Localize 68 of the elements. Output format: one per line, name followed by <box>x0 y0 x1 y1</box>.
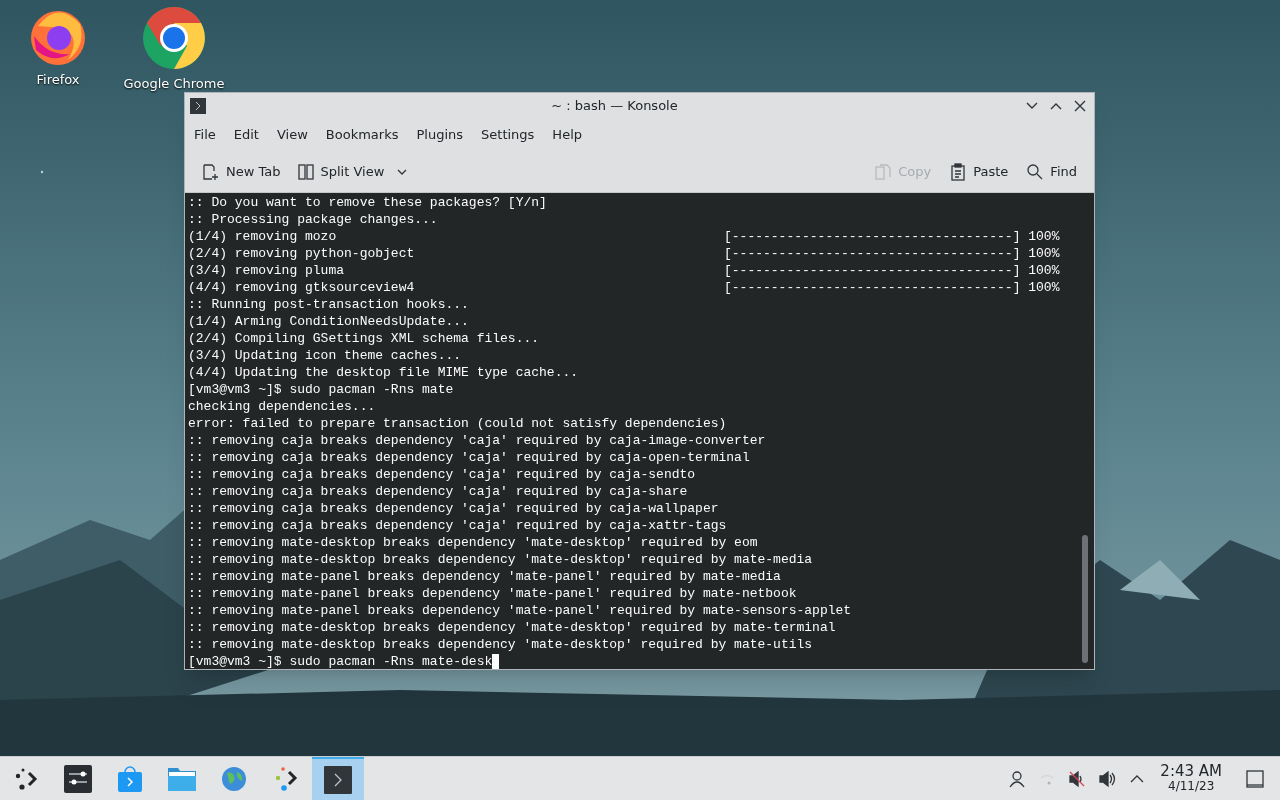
copy-icon <box>874 162 893 181</box>
terminal-line: :: removing caja breaks dependency 'caja' required by caja-share <box>188 483 688 500</box>
terminal-line: :: removing mate-panel breaks dependency 'mate-panel' required by mate-media <box>188 568 781 585</box>
sliders-icon <box>63 763 93 794</box>
menu-item[interactable]: File <box>189 125 221 145</box>
terminal-line: (2/4) removing python-gobject <box>188 245 416 262</box>
terminal-line: :: removing caja breaks dependency 'caja' required by caja-open-terminal <box>188 449 750 466</box>
terminal-line: :: removing caja breaks dependency 'caja' required by caja-wallpaper <box>188 500 719 517</box>
terminal-line: (4/4) removing gtksourceview4 <box>188 279 416 296</box>
volume-icon[interactable] <box>1098 769 1117 788</box>
terminal-line: :: removing caja breaks dependency 'caja' required by caja-image-converter <box>188 432 766 449</box>
terminal-line: (3/4) Updating icon theme caches... <box>188 347 462 364</box>
terminal-line: :: removing mate-desktop breaks dependency 'mate-desktop' required by mate-utils <box>188 636 813 653</box>
terminal-line: :: removing caja breaks dependency 'caja' required by caja-xattr-tags <box>188 517 727 534</box>
menu-item[interactable]: Help <box>547 125 587 145</box>
progress-text: [------------------------------------] 100% <box>724 245 1060 262</box>
terminal-line: :: removing caja breaks dependency 'caja' required by caja-sendto <box>188 466 696 483</box>
terminal-line: (4/4) Updating the desktop file MIME type cache... <box>188 364 579 381</box>
paste-icon <box>949 162 968 181</box>
progress-text: [------------------------------------] 100% <box>724 279 1060 296</box>
desktop-icon-label[interactable]: Firefox <box>36 70 80 90</box>
show-desktop-button[interactable] <box>1244 767 1266 790</box>
terminal-line: (1/4) removing mozo <box>188 228 338 245</box>
terminal-line: :: removing mate-panel breaks dependency 'mate-panel' required by mate-netbook <box>188 585 797 602</box>
terminal-icon <box>323 764 353 795</box>
text-cursor <box>492 654 500 669</box>
terminal-line: :: removing mate-desktop breaks dependency 'mate-desktop' required by eom <box>188 534 758 551</box>
terminal-line: :: removing mate-desktop breaks dependency 'mate-desktop' required by mate-terminal <box>188 619 836 636</box>
split-view-button[interactable]: Split View <box>291 158 414 185</box>
terminal-line: (3/4) removing pluma <box>188 262 346 279</box>
clock-date[interactable]: 4/11/23 <box>1168 778 1215 794</box>
menu-item[interactable]: Edit <box>228 125 264 145</box>
terminal-area[interactable] <box>185 193 1094 669</box>
muted-speaker-icon[interactable] <box>1068 769 1087 788</box>
terminal-line: :: Do you want to remove these packages? [Y/n] <box>188 194 547 211</box>
menu-item[interactable]: Bookmarks <box>320 125 404 145</box>
terminal-line: (1/4) Arming ConditionNeedsUpdate... <box>188 313 469 330</box>
new-tab-icon <box>202 162 220 181</box>
terminal-line: :: Running post-transaction hooks... <box>188 296 469 313</box>
desktop-icon-label[interactable]: Google Chrome <box>123 74 225 94</box>
terminal-line: [vm3@vm3 ~]$ sudo pacman -Rns mate <box>188 381 454 398</box>
terminal-line: (2/4) Compiling GSettings XML schema files... <box>188 330 540 347</box>
progress-text: [------------------------------------] 100% <box>724 262 1060 279</box>
search-icon <box>1026 162 1045 181</box>
split-view-icon <box>296 162 315 181</box>
terminal-line: error: failed to prepare transaction (could not satisfy dependencies) <box>188 415 727 432</box>
terminal-line: checking dependencies... <box>188 398 376 415</box>
find-button[interactable]: Find <box>1021 158 1082 185</box>
taskbar-button[interactable] <box>312 756 364 800</box>
close-icon <box>1073 99 1087 113</box>
chrome-icon <box>142 6 206 70</box>
menu-item[interactable]: View <box>271 125 313 145</box>
scrollbar-thumb[interactable] <box>1082 535 1088 663</box>
paste-button[interactable]: Paste <box>944 158 1014 185</box>
clock-time[interactable]: 2:43 AM <box>1160 763 1222 779</box>
terminal-line: :: Processing package changes... <box>188 211 438 228</box>
show-desktop-icon <box>1246 769 1264 788</box>
new-tab-button[interactable]: New Tab <box>197 158 286 185</box>
menu-item[interactable]: Settings <box>476 125 540 145</box>
window-title: ~ : bash — Konsole <box>550 97 679 116</box>
terminal-prompt: [vm3@vm3 ~]$ sudo pacman -Rns mate-desk <box>188 653 493 669</box>
terminal-line: :: removing mate-panel breaks dependency 'mate-panel' required by mate-sensors-applet <box>188 602 852 619</box>
user-icon[interactable] <box>1008 769 1027 788</box>
menu-item[interactable]: Plugins <box>411 125 469 145</box>
terminal-line: :: removing mate-desktop breaks dependency 'mate-desktop' required by mate-media <box>188 551 813 568</box>
shopping-bag-icon <box>115 763 145 794</box>
progress-text: [------------------------------------] 100% <box>724 228 1060 245</box>
terminal-icon <box>190 98 206 114</box>
